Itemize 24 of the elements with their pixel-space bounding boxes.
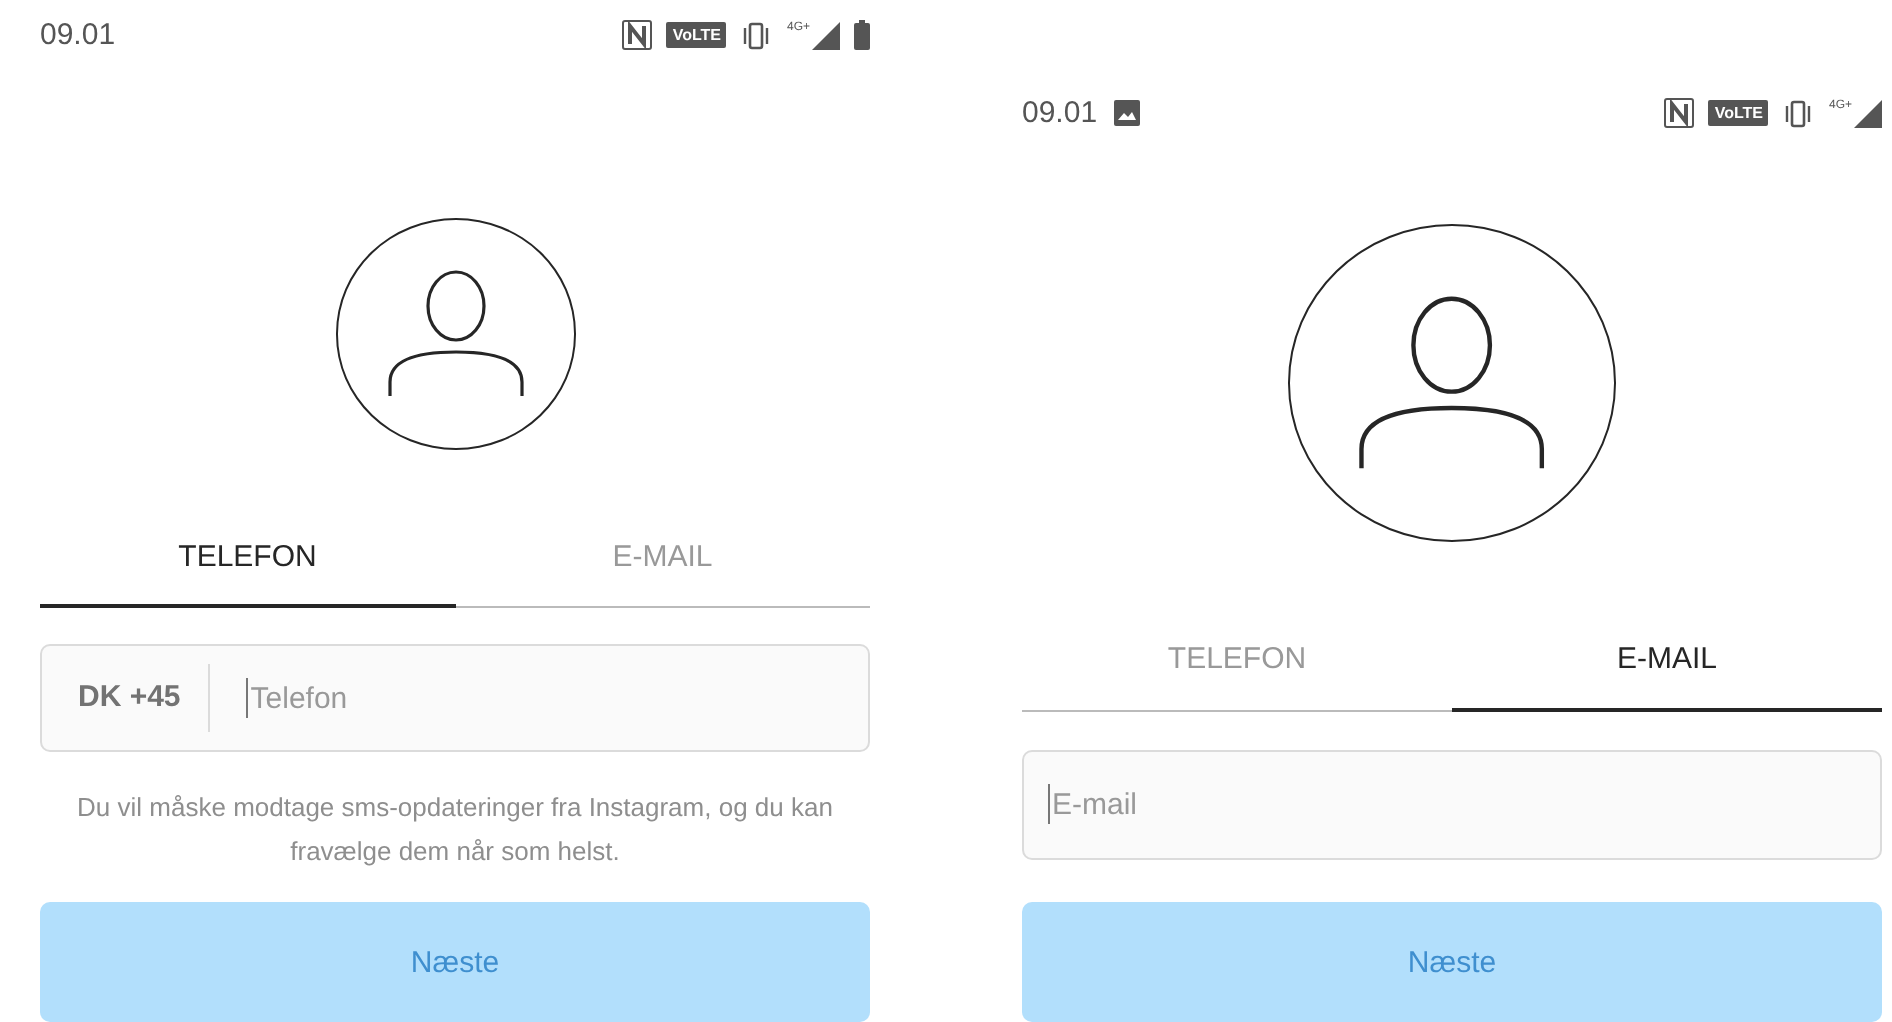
text-cursor <box>1048 784 1050 825</box>
sms-notice: Du vil måske modtage sms-opdateringer fra Instagram, og du kan fravælge dem når som helst. <box>75 790 835 870</box>
tab[interactable]: TELEFON <box>1022 632 1452 712</box>
text-cursor <box>246 678 249 719</box>
text-input[interactable]: E-mail <box>1050 787 1856 822</box>
status-time: 09.01 <box>40 18 116 53</box>
nfc-icon <box>622 20 653 51</box>
country-code[interactable]: DK +45 <box>66 664 211 733</box>
tab[interactable]: TELEFON <box>40 529 455 609</box>
volte-badge: VoLTE <box>1708 100 1769 127</box>
nfc-icon <box>1664 98 1695 129</box>
vibrate-icon <box>740 21 773 50</box>
text-input[interactable]: Telefon <box>248 681 844 716</box>
person-icon <box>385 269 525 398</box>
signal-icon <box>1854 99 1882 128</box>
tab[interactable]: E-MAIL <box>1452 632 1882 712</box>
vibrate-icon <box>1782 99 1815 128</box>
volte-badge: VoLTE <box>666 22 727 49</box>
status-time: 09.01 <box>1022 96 1098 131</box>
email-field[interactable]: E-mail <box>1022 749 1882 860</box>
person-icon <box>1356 295 1548 471</box>
signal-icon <box>812 21 840 50</box>
phone-field[interactable]: DK +45 Telefon <box>40 644 870 752</box>
tab[interactable]: E-MAIL <box>455 529 870 609</box>
